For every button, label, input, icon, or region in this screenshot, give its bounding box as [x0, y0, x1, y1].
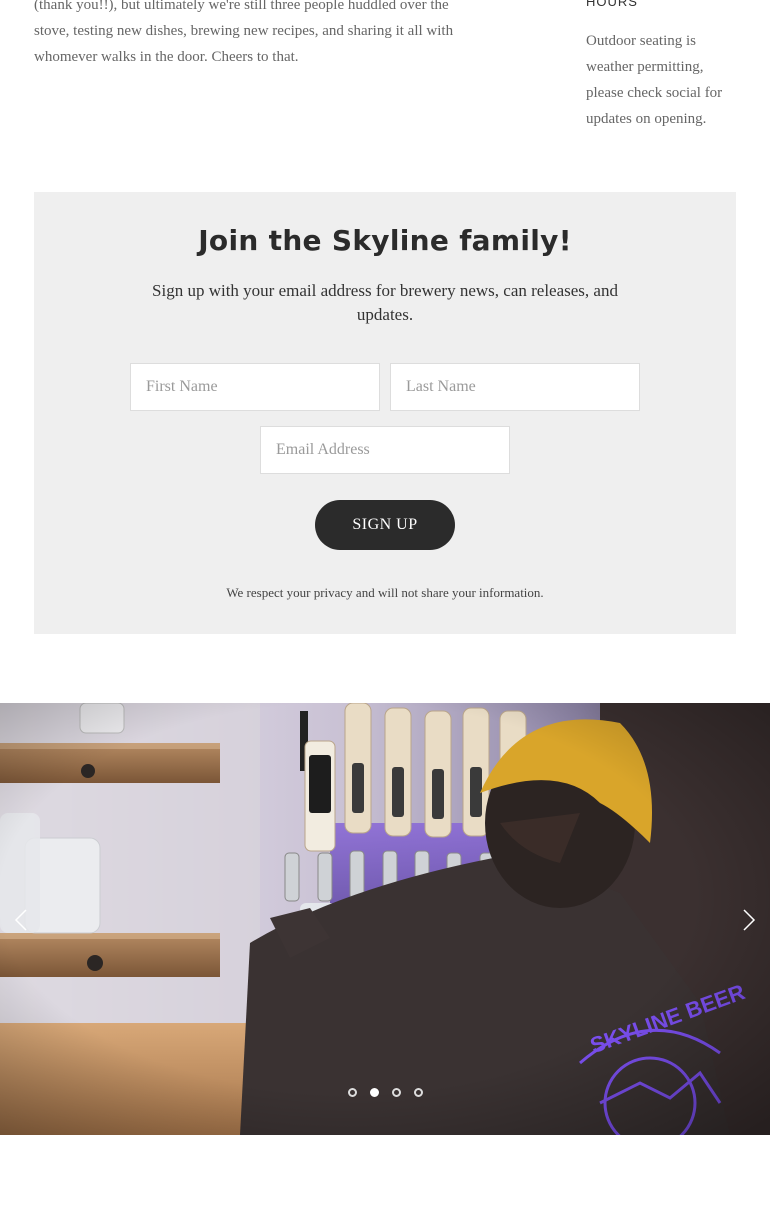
last-name-input[interactable]	[390, 363, 640, 411]
privacy-note: We respect your privacy and will not sha…	[226, 585, 544, 600]
slider-dot-4[interactable]	[413, 1088, 423, 1097]
image-slider[interactable]: SKYLINE BEER	[0, 703, 770, 1135]
hours-heading: HOURS	[586, 0, 638, 9]
sign-up-button[interactable]: SIGN UP	[315, 500, 455, 550]
slide-photo-bartender: SKYLINE BEER	[0, 703, 770, 1135]
slider-dot-1[interactable]	[347, 1088, 357, 1097]
signup-description: Sign up with your email address for brew…	[152, 281, 618, 324]
slider-pagination	[0, 1088, 770, 1097]
about-paragraph: (thank you!!), but ultimately we're stil…	[34, 0, 454, 65]
slider-dot-3[interactable]	[391, 1088, 401, 1097]
email-input[interactable]	[260, 426, 510, 474]
hours-note: Outdoor seating is weather permitting, p…	[586, 33, 723, 127]
signup-title: Join the Skyline family!	[198, 224, 572, 257]
first-name-input[interactable]	[130, 363, 380, 411]
newsletter-signup-panel	[34, 192, 736, 634]
chevron-left-icon[interactable]	[9, 908, 33, 932]
slider-dot-2[interactable]	[369, 1088, 379, 1097]
chevron-right-icon[interactable]	[737, 908, 761, 932]
